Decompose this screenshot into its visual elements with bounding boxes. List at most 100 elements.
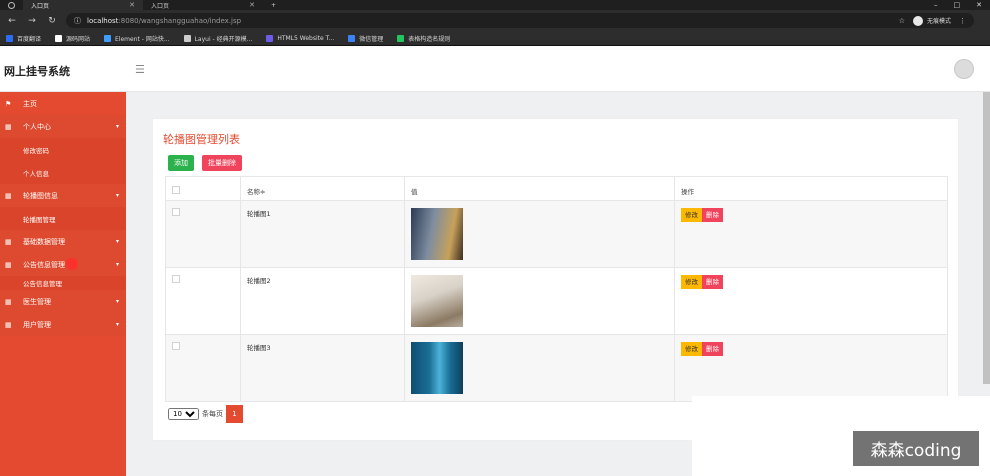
select-all-cell bbox=[165, 176, 241, 201]
column-header-name[interactable]: 名称≑ bbox=[240, 176, 405, 201]
column-header-value: 值 bbox=[404, 176, 675, 201]
select-all-checkbox[interactable] bbox=[172, 186, 180, 194]
sidebar-item-home[interactable]: ⚑ 主页 bbox=[0, 92, 126, 115]
carousel-table: 名称≑ 值 操作 轮播图1 修改 删除 轮播图2 修改 删除 轮播图3 修改 删… bbox=[165, 176, 948, 402]
bookmark-item[interactable]: 源码网站 bbox=[55, 34, 90, 43]
sidebar-item-label: 轮播图管理 bbox=[23, 215, 56, 224]
bookmark-item[interactable]: HTML5 Website T... bbox=[266, 34, 334, 42]
chevron-down-icon: ▾ bbox=[115, 261, 119, 268]
sidebar-item-label: 公告信息管理 bbox=[23, 280, 62, 288]
batch-delete-button[interactable]: 批量删除 bbox=[202, 155, 242, 171]
url-host: localhost bbox=[87, 16, 119, 25]
delete-button[interactable]: 删除 bbox=[702, 275, 723, 289]
tab-close-icon[interactable]: ✕ bbox=[249, 1, 255, 9]
page-size-select[interactable]: 10 bbox=[168, 408, 199, 420]
forward-icon[interactable]: → bbox=[26, 16, 38, 26]
window-controls: – □ ✕ bbox=[934, 1, 990, 9]
bookmark-item[interactable]: Layui - 经典开源模... bbox=[183, 34, 253, 43]
bookmark-icon bbox=[397, 34, 405, 42]
sidebar-item-carousel-info[interactable]: ▦ 轮播图信息 ▾ bbox=[0, 184, 126, 207]
tab-label-1: 入口页 bbox=[31, 2, 50, 10]
close-window-icon[interactable]: ✕ bbox=[976, 1, 982, 9]
tab-close-icon[interactable]: ✕ bbox=[129, 1, 135, 9]
sidebar-item-change-password[interactable]: 修改密码 bbox=[0, 138, 126, 161]
table-header-row: 名称≑ 值 操作 bbox=[165, 176, 948, 201]
star-icon[interactable]: ☆ bbox=[899, 17, 905, 25]
column-header-actions: 操作 bbox=[674, 176, 948, 201]
sidebar-item-label: 主页 bbox=[23, 99, 37, 108]
row-name: 轮播图2 bbox=[240, 267, 405, 335]
row-image-cell bbox=[404, 267, 675, 335]
tab-inactive[interactable]: 入口页 ✕ bbox=[143, 0, 263, 10]
avatar[interactable] bbox=[954, 59, 974, 79]
carousel-thumbnail bbox=[411, 342, 463, 394]
bookmark-icon bbox=[55, 34, 63, 42]
grid-icon: ▦ bbox=[5, 320, 12, 329]
sidebar-item-doctor[interactable]: ▦ 医生管理 ▾ bbox=[0, 290, 126, 313]
chevron-down-icon: ▾ bbox=[115, 298, 119, 305]
sidebar-item-notice[interactable]: ▦ 公告信息管理 ▾ bbox=[0, 253, 126, 276]
flag-icon: ⚑ bbox=[5, 99, 12, 108]
sidebar-item-personal-info[interactable]: 个人信息 bbox=[0, 161, 126, 184]
sidebar-item-carousel-manage[interactable]: 轮播图管理 bbox=[0, 207, 126, 230]
bookmark-icon bbox=[183, 34, 191, 42]
edit-button[interactable]: 修改 bbox=[681, 208, 702, 222]
delete-button[interactable]: 删除 bbox=[702, 208, 723, 222]
bookmark-label: Layui - 经典开源模... bbox=[194, 35, 253, 43]
scrollbar[interactable] bbox=[983, 92, 990, 384]
reload-icon[interactable]: ↻ bbox=[46, 16, 58, 26]
tab-label-2: 入口页 bbox=[151, 2, 170, 10]
chevron-down-icon: ▾ bbox=[115, 238, 119, 245]
grid-icon: ▦ bbox=[5, 297, 12, 306]
url-input[interactable]: ⓘ localhost:8080/wangshangguahao/index.j… bbox=[66, 13, 974, 28]
row-select-cell bbox=[165, 267, 241, 335]
pagination: 10 条每页 1 bbox=[168, 405, 243, 423]
row-checkbox[interactable] bbox=[172, 208, 180, 216]
row-actions: 修改 删除 bbox=[674, 200, 948, 268]
bookmark-item[interactable]: Element - 网站快... bbox=[104, 34, 170, 43]
minimize-icon[interactable]: – bbox=[934, 1, 938, 9]
bookmark-label: 源码网站 bbox=[66, 35, 91, 43]
bookmark-item[interactable]: 微信管理 bbox=[348, 34, 383, 43]
row-name: 轮播图1 bbox=[240, 200, 405, 268]
tab-active[interactable]: 入口页 ✕ bbox=[23, 0, 143, 10]
incognito-badge[interactable]: 无痕模式 bbox=[912, 15, 951, 26]
row-checkbox[interactable] bbox=[172, 275, 180, 283]
row-actions: 修改 删除 bbox=[674, 334, 948, 402]
bookmark-item[interactable]: 百度翻译 bbox=[6, 34, 41, 43]
watermark: 森森coding bbox=[853, 431, 979, 466]
menu-dots-icon[interactable]: ⋮ bbox=[959, 17, 966, 25]
sidebar-item-label: 个人中心 bbox=[23, 122, 51, 131]
sidebar-item-label: 医生管理 bbox=[23, 297, 51, 306]
grid-icon: ▦ bbox=[5, 191, 12, 200]
edit-button[interactable]: 修改 bbox=[681, 275, 702, 289]
sidebar-item-user[interactable]: ▦ 用户管理 ▾ bbox=[0, 313, 126, 336]
bookmark-item[interactable]: 表格构造名规则 bbox=[397, 34, 450, 43]
delete-button[interactable]: 删除 bbox=[702, 342, 723, 356]
table-row: 轮播图1 修改 删除 bbox=[165, 200, 948, 268]
sidebar-item-label: 公告信息管理 bbox=[23, 260, 65, 269]
chevron-down-icon: ▾ bbox=[115, 321, 119, 328]
grid-icon: ▦ bbox=[5, 122, 12, 131]
carousel-thumbnail bbox=[411, 208, 463, 260]
sidebar-item-base-data[interactable]: ▦ 基础数据管理 ▾ bbox=[0, 230, 126, 253]
sidebar-item-label: 修改密码 bbox=[23, 146, 49, 155]
info-icon[interactable]: ⓘ bbox=[74, 16, 81, 26]
new-tab-button[interactable]: + bbox=[263, 0, 284, 10]
incognito-icon bbox=[912, 15, 923, 26]
bookmark-icon bbox=[6, 34, 13, 42]
sidebar-item-notice-manage[interactable]: 公告信息管理 bbox=[0, 276, 126, 290]
bookmark-icon bbox=[104, 34, 112, 42]
sidebar-item-personal-center[interactable]: ▦ 个人中心 ▾ bbox=[0, 115, 126, 138]
page-number-current[interactable]: 1 bbox=[226, 405, 243, 423]
row-name: 轮播图3 bbox=[240, 334, 405, 402]
page-size-label: 条每页 bbox=[202, 410, 223, 418]
back-icon[interactable]: ← bbox=[6, 16, 18, 26]
sidebar: ⚑ 主页 ▦ 个人中心 ▾ 修改密码 个人信息 ▦ 轮播图信息 ▾ 轮播图管理 ▦ 基础数据… bbox=[0, 92, 126, 476]
hamburger-icon[interactable]: ☰ bbox=[135, 63, 145, 76]
row-checkbox[interactable] bbox=[172, 342, 180, 350]
maximize-icon[interactable]: □ bbox=[954, 1, 961, 9]
table-row: 轮播图3 修改 删除 bbox=[165, 334, 948, 402]
edit-button[interactable]: 修改 bbox=[681, 342, 702, 356]
add-button[interactable]: 添加 bbox=[168, 155, 194, 171]
